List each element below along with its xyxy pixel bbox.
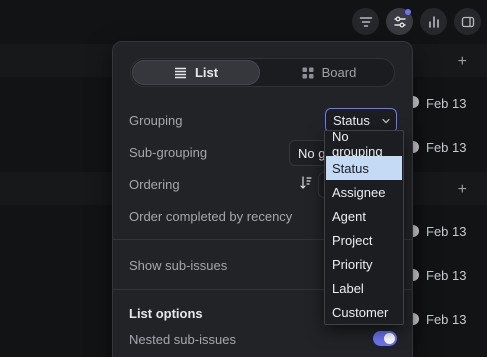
subgrouping-select[interactable]: No g (289, 140, 329, 166)
issue-date: Feb 13 (426, 140, 467, 155)
grouping-option[interactable]: Label (326, 276, 402, 300)
add-issue-plus-icon[interactable]: + (458, 54, 467, 70)
insights-button[interactable] (420, 8, 447, 35)
grouping-option[interactable]: Agent (326, 204, 402, 228)
board-view-button[interactable]: Board (265, 60, 393, 85)
sidebar-icon (461, 16, 474, 27)
add-issue-plus-icon[interactable]: + (458, 182, 467, 198)
grouping-label: Grouping (129, 113, 183, 128)
sort-descending-icon[interactable] (300, 176, 312, 190)
toggle-sidebar-button[interactable] (454, 8, 481, 35)
issue-date: Feb 13 (426, 96, 467, 111)
filter-icon (359, 16, 372, 27)
grouping-option[interactable]: Customer (326, 300, 402, 324)
ordering-label: Ordering (129, 177, 180, 192)
filter-button[interactable] (352, 8, 379, 35)
board-icon (302, 67, 314, 78)
show-subissues-label: Show sub-issues (129, 258, 228, 273)
issue-date: Feb 13 (426, 224, 467, 239)
display-options-button[interactable] (386, 8, 413, 35)
subgrouping-label: Sub-grouping (129, 145, 208, 160)
nested-subissues-toggle[interactable] (373, 331, 397, 346)
chevron-down-icon (382, 118, 390, 123)
active-indicator-dot (405, 9, 411, 15)
grouping-option[interactable]: No grouping (326, 129, 402, 159)
bar-chart-icon (428, 15, 439, 28)
order-completed-label: Order completed by recency (129, 209, 293, 224)
grouping-option[interactable]: Status (326, 156, 402, 180)
toggle-knob (384, 333, 395, 344)
issue-date: Feb 13 (426, 268, 467, 283)
list-options-title: List options (129, 306, 203, 321)
grouping-value: Status (333, 113, 370, 128)
list-view-label: List (194, 65, 219, 80)
grouping-option[interactable]: Project (326, 228, 402, 252)
board-view-label: Board (321, 65, 357, 80)
list-icon (174, 67, 186, 78)
subgrouping-value: No g (298, 145, 326, 161)
list-view-button[interactable]: List (132, 60, 260, 85)
nested-subissues-label: Nested sub-issues (129, 332, 236, 347)
view-toggle: List Board (130, 58, 395, 87)
grouping-option[interactable]: Assignee (326, 180, 402, 204)
sliders-icon (393, 16, 406, 27)
issue-date: Feb 13 (426, 312, 467, 327)
grouping-option[interactable]: Priority (326, 252, 402, 276)
grouping-dropdown-menu: No grouping Status Assignee Agent Projec… (324, 129, 404, 325)
